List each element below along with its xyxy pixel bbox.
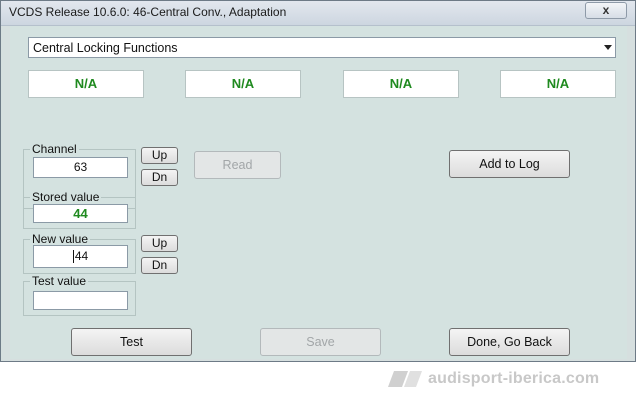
adaptation-window: VCDS Release 10.6.0: 46-Central Conv., A… [0, 0, 636, 362]
stored-value-group: Stored value 44 [23, 190, 136, 229]
new-value-group: New value 44 [23, 232, 136, 274]
save-button[interactable]: Save [260, 328, 381, 356]
status-field-3: N/A [343, 70, 459, 98]
new-value-label: New value [30, 232, 91, 246]
stored-value-field: 44 [33, 204, 128, 223]
watermark-logo-icon [388, 371, 422, 387]
chevron-down-icon[interactable] [604, 45, 612, 50]
status-field-4: N/A [500, 70, 616, 98]
window-title: VCDS Release 10.6.0: 46-Central Conv., A… [9, 5, 287, 19]
close-icon: x [602, 3, 610, 17]
new-value-text: 44 [74, 249, 89, 263]
close-button[interactable]: x [585, 2, 627, 19]
done-go-back-button[interactable]: Done, Go Back [449, 328, 570, 356]
title-bar[interactable]: VCDS Release 10.6.0: 46-Central Conv., A… [1, 1, 635, 26]
test-button[interactable]: Test [71, 328, 192, 356]
text-cursor [72, 250, 74, 264]
test-value-label: Test value [30, 274, 89, 288]
test-value-input[interactable] [33, 291, 128, 310]
status-field-2: N/A [185, 70, 301, 98]
function-select-value: Central Locking Functions [33, 41, 178, 55]
channel-input[interactable]: 63 [33, 157, 128, 178]
new-value-input[interactable]: 44 [33, 245, 128, 268]
client-area: Central Locking Functions N/A N/A N/A N/… [10, 26, 627, 359]
function-select[interactable]: Central Locking Functions [28, 37, 616, 58]
stored-value-label: Stored value [30, 190, 102, 204]
channel-label: Channel [30, 142, 79, 156]
new-value-down-button[interactable]: Dn [141, 257, 178, 274]
add-to-log-button[interactable]: Add to Log [449, 150, 570, 178]
read-button[interactable]: Read [194, 151, 281, 179]
watermark-text: audisport-iberica.com [428, 370, 600, 387]
new-value-up-button[interactable]: Up [141, 235, 178, 252]
status-field-1: N/A [28, 70, 144, 98]
test-value-group: Test value [23, 274, 136, 316]
channel-down-button[interactable]: Dn [141, 169, 178, 186]
channel-up-button[interactable]: Up [141, 147, 178, 164]
